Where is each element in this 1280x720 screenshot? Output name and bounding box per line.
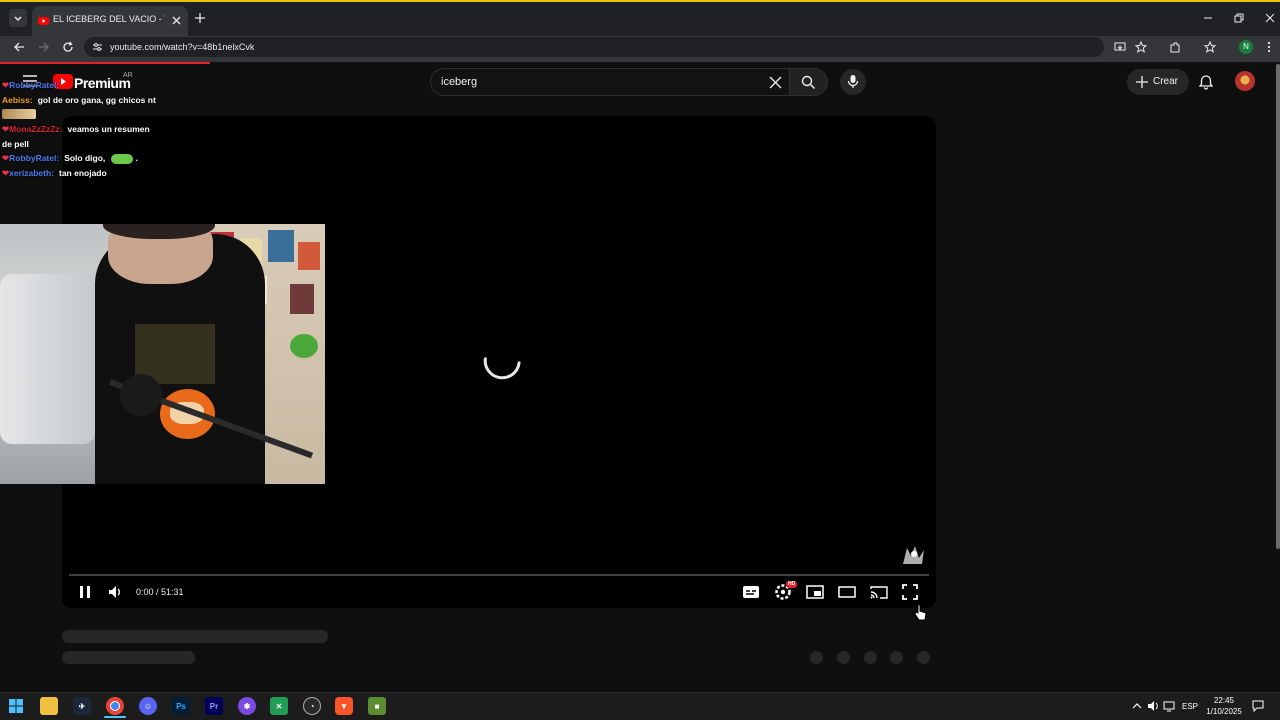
miniplayer-icon[interactable] [806,585,824,599]
channel-skeleton [62,651,195,664]
notifications-bell-icon[interactable] [1198,74,1214,90]
steam-icon[interactable]: ✈ [73,697,91,715]
action-skeleton [917,651,930,664]
chat-emote [110,153,133,164]
premium-logo-text: Premium [74,75,131,91]
action-skeleton [890,651,903,664]
loading-spinner-icon [483,357,521,380]
clock-time: 22:45 [1213,696,1235,705]
url-text: youtube.com/watch?v=48b1nelxCvk [110,42,255,52]
page-scrollbar[interactable] [1276,64,1280,549]
back-arrow-icon[interactable] [13,41,25,53]
network-icon[interactable] [1163,700,1176,712]
action-skeleton [837,651,850,664]
channel-watermark-icon[interactable] [899,542,927,568]
chat-emote [2,109,36,119]
voice-search-button[interactable] [840,69,866,95]
chat-message: Aebiss: gol de oro gana, gg chicos nt [2,95,156,105]
country-code: AR [123,72,133,79]
chat-message-continuation: de pell [2,139,29,149]
minecraft-icon[interactable]: ■ [368,697,386,715]
subtitles-icon[interactable] [742,585,760,599]
tab-search-button[interactable] [9,9,27,27]
cast-icon[interactable] [870,585,888,599]
photoshop-icon[interactable]: Ps [172,697,190,715]
progress-bar[interactable] [69,574,929,576]
pause-icon[interactable] [78,585,92,599]
discord-icon[interactable]: ☺ [139,697,157,715]
windows-start-icon[interactable] [9,699,23,713]
streamer-webcam-overlay [0,224,325,484]
plus-icon [1136,76,1148,88]
clear-search-icon[interactable] [769,76,782,89]
search-button[interactable] [790,68,828,96]
title-skeleton [62,630,328,643]
chevron-down-icon [14,16,22,22]
more-menu-icon[interactable] [1266,41,1272,53]
chevron-up-icon[interactable] [1132,702,1142,710]
mouse-cursor-icon [914,604,927,621]
minimize-icon[interactable] [1203,13,1213,23]
obs-icon[interactable]: ◔ [303,697,321,715]
fullscreen-icon[interactable] [902,584,918,600]
action-skeleton [810,651,823,664]
active-app-indicator [104,716,126,718]
browser-tab-active[interactable]: EL ICEBERG DEL VACIO - YouTube [32,6,188,36]
search-query: iceberg [441,76,478,88]
window-close-icon[interactable] [1265,13,1275,23]
microphone-icon [847,75,859,88]
chat-message: ❤MonaZzZzZz: veamos un resumen [2,124,150,134]
chat-message: ❤RobbyRatel: Solo digo, . [2,153,139,164]
theater-mode-icon[interactable] [838,586,856,598]
windows-taskbar [0,692,1280,720]
speaker-icon[interactable] [1147,700,1160,712]
youtube-favicon-icon [38,17,49,25]
system-clock[interactable]: 22:45 1/10/2025 [1200,695,1248,717]
create-label: Crear [1153,76,1179,87]
loading-bar [0,62,210,64]
new-tab-icon[interactable] [194,12,206,24]
site-info-icon[interactable] [92,42,103,52]
hd-badge: HD [786,581,798,588]
close-icon[interactable] [172,16,181,25]
brave-icon[interactable]: ▼ [335,697,353,715]
input-language[interactable]: ESP [1182,702,1198,711]
chrome-icon[interactable] [106,697,124,715]
podcast-app-icon[interactable]: ✱ [238,697,256,715]
tab-title: EL ICEBERG DEL VACIO - YouTube [53,14,165,24]
file-explorer-icon[interactable] [40,697,58,715]
tab-strip [0,0,1280,36]
search-input[interactable]: iceberg [430,68,790,96]
action-skeleton [864,651,877,664]
excel-icon[interactable]: ✕ [270,697,288,715]
install-app-icon[interactable] [1114,41,1126,53]
restore-icon[interactable] [1234,13,1244,23]
extensions-icon[interactable] [1169,41,1181,53]
clock-date: 1/10/2025 [1206,707,1242,716]
chat-message: ❤xerizabeth: tan enojado [2,168,107,178]
forward-arrow-icon[interactable] [38,41,50,53]
volume-icon[interactable] [107,584,123,600]
reload-icon[interactable] [62,41,74,53]
chat-message: ❤RobbyRatel: [2,80,60,90]
create-button[interactable]: Crear [1127,69,1189,95]
account-avatar[interactable] [1235,71,1255,91]
address-bar[interactable]: youtube.com/watch?v=48b1nelxCvk [84,37,1147,57]
search-icon [801,75,815,89]
profile-avatar[interactable]: N [1239,40,1253,54]
premiere-icon[interactable]: Pr [205,697,223,715]
favorites-icon[interactable] [1204,41,1217,53]
notification-center-icon[interactable] [1252,700,1264,712]
bookmark-star-icon[interactable] [1135,41,1147,53]
time-display: 0:00 / 51:31 [136,587,184,597]
